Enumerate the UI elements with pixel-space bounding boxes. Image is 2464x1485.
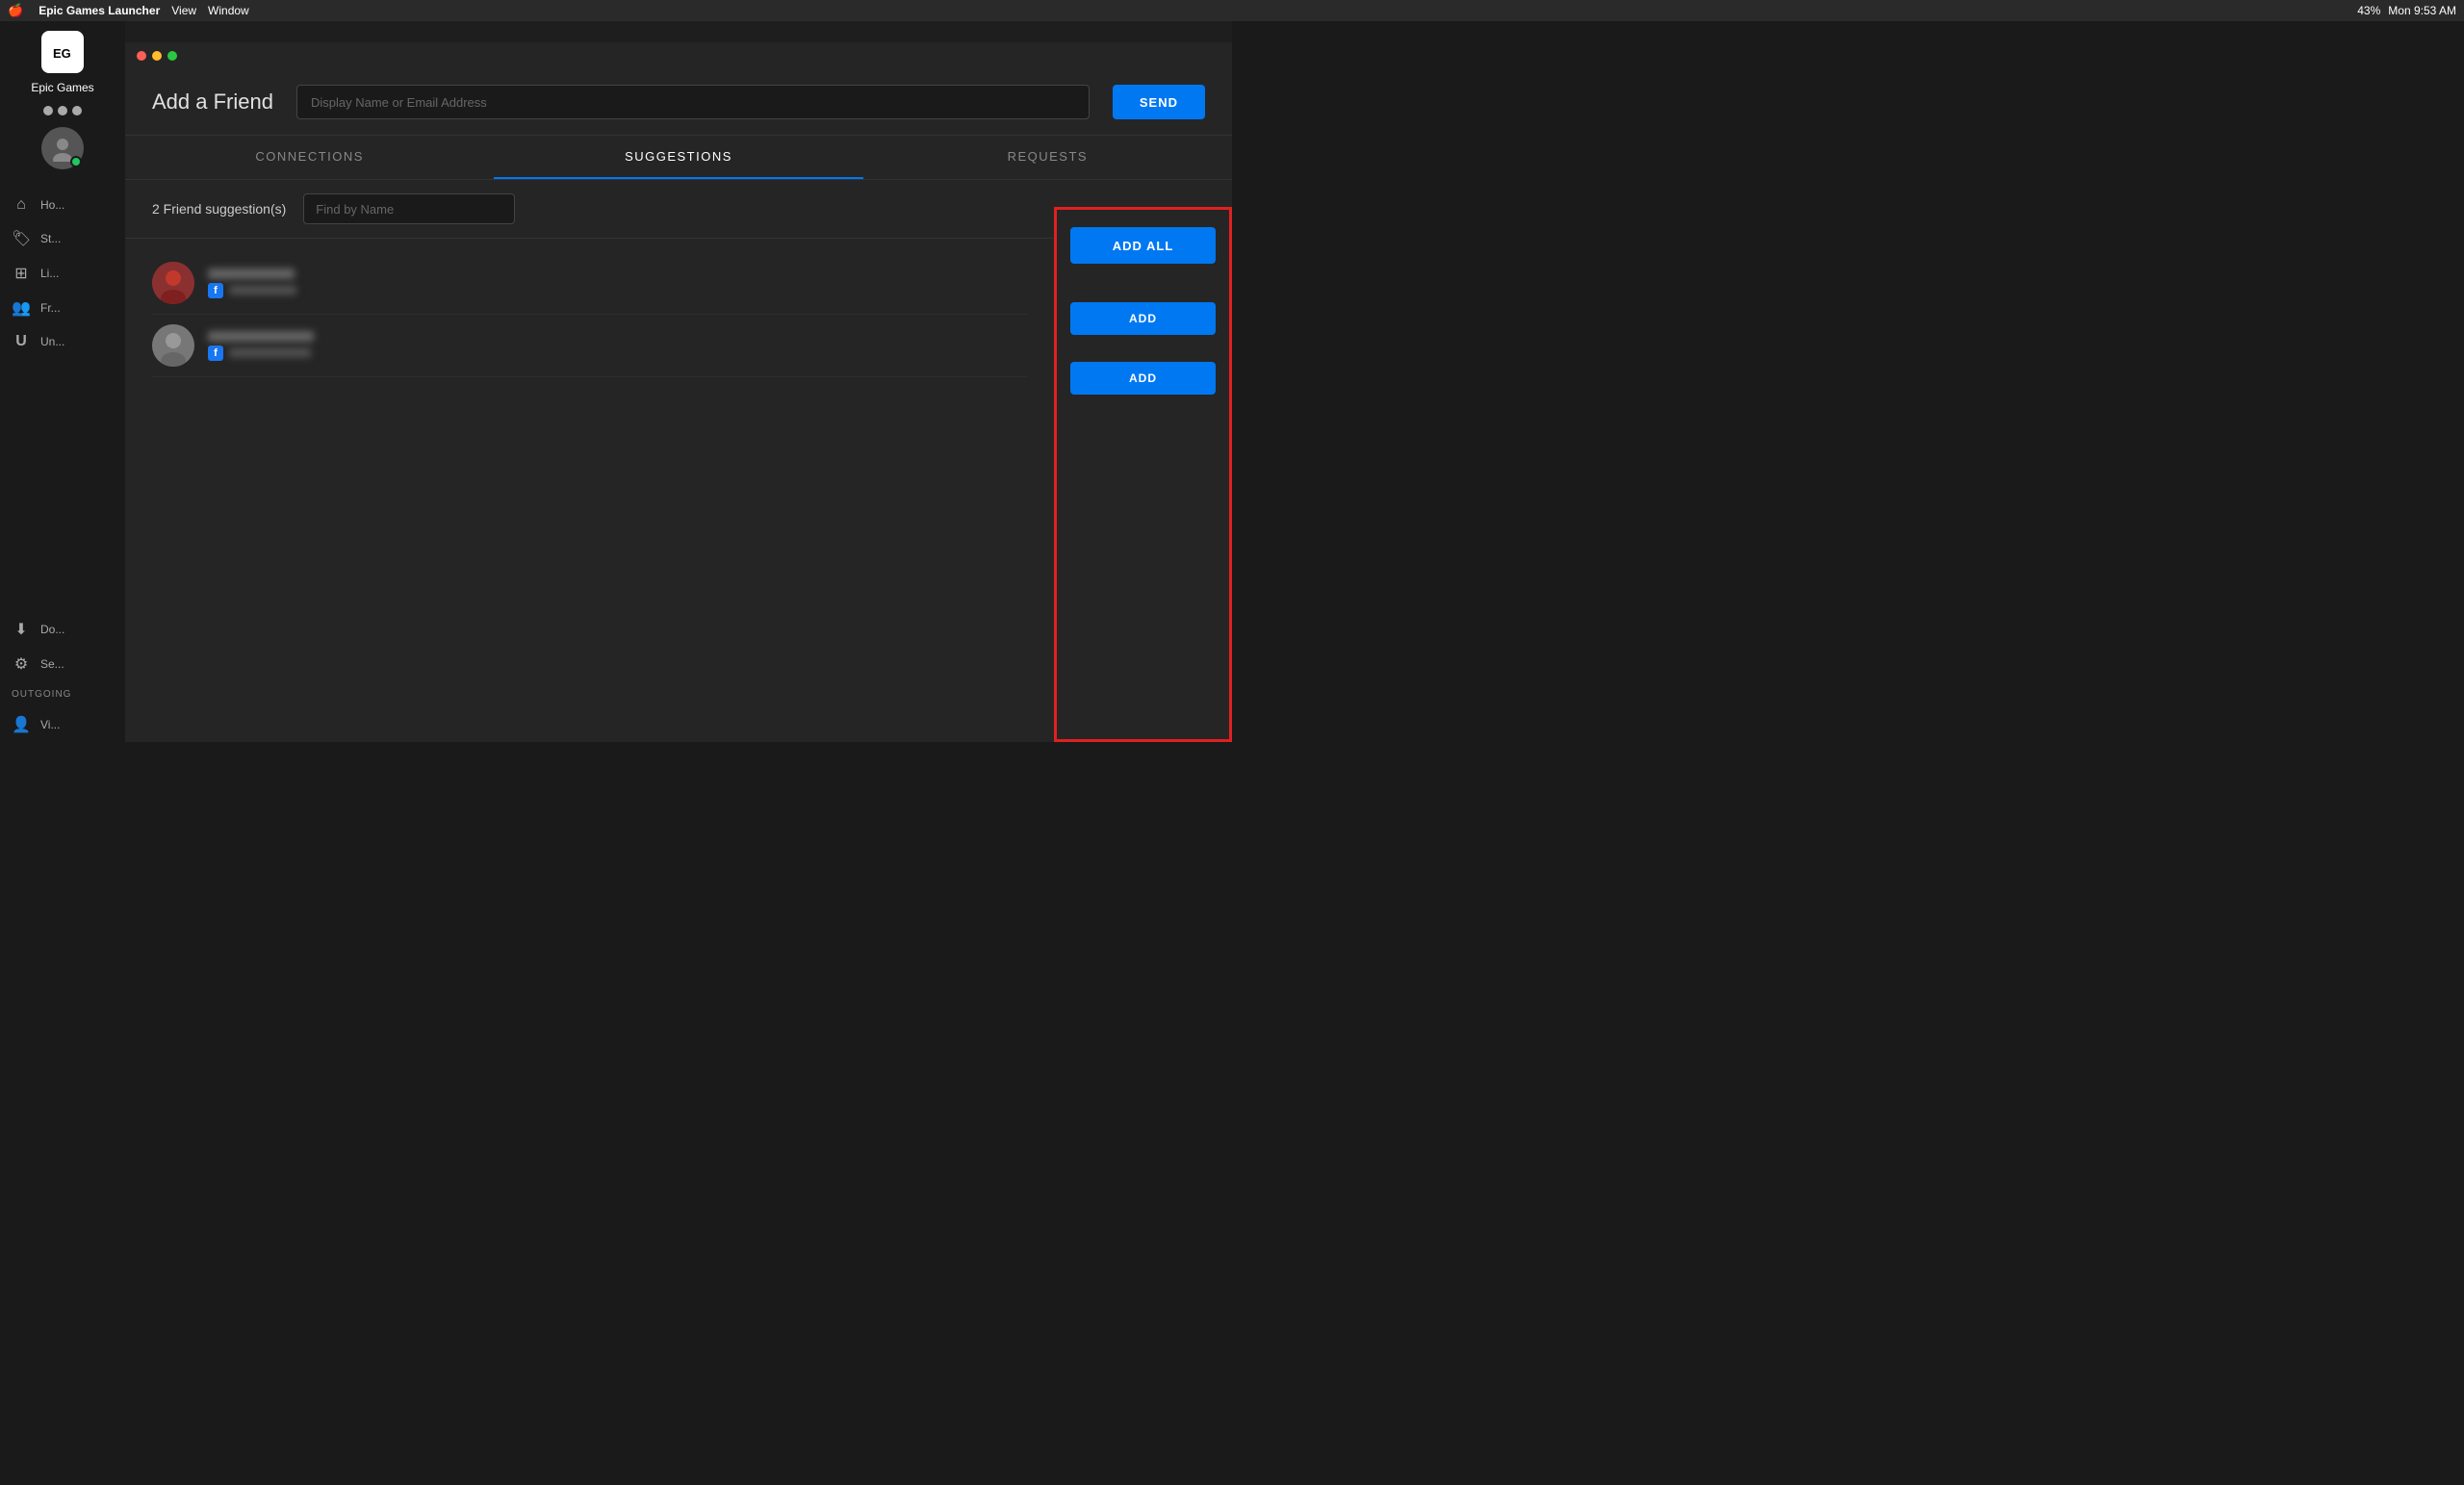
suggestion-name bbox=[208, 269, 295, 279]
home-icon: ⌂ bbox=[12, 196, 31, 214]
sidebar-bottom: ⬇ Do... ⚙ Se... OUTGOING 👤 Vi... bbox=[0, 612, 125, 742]
action-panel: ADD ALL ADD ADD bbox=[1054, 207, 1232, 742]
profile-icon: 👤 bbox=[12, 715, 31, 734]
sidebar-item-unreal[interactable]: U Un... bbox=[0, 325, 125, 358]
epic-games-logo: EG bbox=[41, 31, 84, 73]
menubar: 🍎 Epic Games Launcher View Window 43% Mo… bbox=[0, 0, 2464, 21]
sidebar-item-settings[interactable]: ⚙ Se... bbox=[0, 647, 125, 681]
traffic-lights bbox=[43, 106, 82, 115]
store-label: St... bbox=[40, 232, 61, 245]
svg-text:EG: EG bbox=[53, 46, 71, 61]
tab-suggestions[interactable]: SUGGESTIONS bbox=[494, 136, 862, 179]
suggestion-name bbox=[208, 331, 314, 342]
sidebar-item-downloads[interactable]: ⬇ Do... bbox=[0, 612, 125, 647]
window-titlebar bbox=[125, 42, 1232, 69]
list-item: f bbox=[152, 252, 1027, 315]
window-frame: Add a Friend SEND CONNECTIONS SUGGESTION… bbox=[125, 42, 1232, 742]
downloads-label: Do... bbox=[40, 623, 64, 636]
sidebar-item-profile[interactable]: 👤 Vi... bbox=[0, 707, 125, 742]
settings-label: Se... bbox=[40, 657, 64, 671]
profile-label: Vi... bbox=[40, 718, 60, 731]
send-button[interactable]: SEND bbox=[1113, 85, 1205, 119]
tabs: CONNECTIONS SUGGESTIONS REQUESTS bbox=[125, 136, 1232, 180]
app-menu-name[interactable]: Epic Games Launcher bbox=[38, 4, 160, 17]
library-label: Li... bbox=[40, 267, 59, 280]
suggestions-content: 2 Friend suggestion(s) bbox=[125, 180, 1232, 742]
close-button[interactable] bbox=[137, 51, 146, 61]
tl-3 bbox=[72, 106, 82, 115]
sidebar-nav: ⌂ Ho... 🏷 St... ⊞ Li... 👥 Fr... U Un... bbox=[0, 189, 125, 358]
tl-2 bbox=[58, 106, 67, 115]
list-item: f bbox=[152, 315, 1027, 377]
add-button-1[interactable]: ADD bbox=[1070, 302, 1216, 335]
unreal-label: Un... bbox=[40, 335, 64, 348]
outgoing-section-label: OUTGOING bbox=[0, 681, 125, 707]
apple-menu[interactable]: 🍎 bbox=[8, 3, 23, 18]
sidebar-item-library[interactable]: ⊞ Li... bbox=[0, 256, 125, 291]
user-avatar-wrap bbox=[41, 127, 84, 169]
library-icon: ⊞ bbox=[12, 264, 31, 283]
suggestion-sub bbox=[229, 348, 311, 357]
suggestion-info: f bbox=[208, 331, 314, 361]
sidebar-item-home[interactable]: ⌂ Ho... bbox=[0, 189, 125, 221]
store-icon: 🏷 bbox=[12, 229, 31, 248]
panel-header: Add a Friend SEND bbox=[125, 69, 1232, 136]
add-friend-search-input[interactable] bbox=[296, 85, 1090, 119]
home-label: Ho... bbox=[40, 198, 64, 212]
friends-icon: 👥 bbox=[12, 298, 31, 318]
avatar bbox=[152, 262, 194, 304]
friends-label: Fr... bbox=[40, 301, 61, 315]
suggestion-via: f bbox=[208, 346, 314, 361]
unreal-icon: U bbox=[12, 333, 31, 350]
minimize-button[interactable] bbox=[152, 51, 162, 61]
facebook-icon: f bbox=[208, 346, 223, 361]
avatar bbox=[152, 324, 194, 367]
online-badge bbox=[70, 156, 82, 167]
add-friend-panel: Add a Friend SEND CONNECTIONS SUGGESTION… bbox=[125, 69, 1232, 742]
suggestion-count: 2 Friend suggestion(s) bbox=[152, 201, 286, 217]
tab-requests[interactable]: REQUESTS bbox=[863, 136, 1232, 179]
panel-title: Add a Friend bbox=[152, 90, 273, 115]
tl-1 bbox=[43, 106, 53, 115]
add-button-2[interactable]: ADD bbox=[1070, 362, 1216, 395]
suggestion-info: f bbox=[208, 269, 296, 298]
sidebar: EG Epic Games ⌂ Ho... 🏷 bbox=[0, 21, 125, 742]
window-menu[interactable]: Window bbox=[208, 4, 249, 17]
facebook-icon: f bbox=[208, 283, 223, 298]
menubar-right: 43% Mon 9:53 AM bbox=[2357, 4, 2456, 17]
find-by-name-input[interactable] bbox=[303, 193, 515, 224]
app-container: EG Epic Games ⌂ Ho... 🏷 bbox=[0, 21, 1232, 742]
suggestion-sub bbox=[229, 286, 296, 294]
battery-indicator: 43% bbox=[2357, 4, 2380, 17]
settings-icon: ⚙ bbox=[12, 654, 31, 674]
downloads-icon: ⬇ bbox=[12, 620, 31, 639]
sidebar-brand-label: Epic Games bbox=[31, 81, 93, 94]
view-menu[interactable]: View bbox=[171, 4, 196, 17]
tab-connections[interactable]: CONNECTIONS bbox=[125, 136, 494, 179]
add-all-button[interactable]: ADD ALL bbox=[1070, 227, 1216, 264]
maximize-button[interactable] bbox=[167, 51, 177, 61]
sidebar-item-friends[interactable]: 👥 Fr... bbox=[0, 291, 125, 325]
suggestion-via: f bbox=[208, 283, 296, 298]
sidebar-item-store[interactable]: 🏷 St... bbox=[0, 221, 125, 256]
clock: Mon 9:53 AM bbox=[2388, 4, 2456, 17]
